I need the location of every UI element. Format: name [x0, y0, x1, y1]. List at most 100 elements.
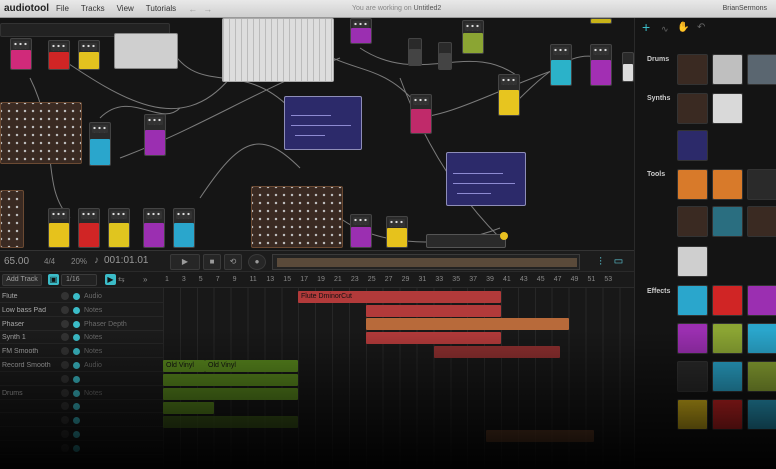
track-mute-icon[interactable] — [61, 292, 69, 300]
pedal-device[interactable] — [498, 74, 520, 116]
undo-icon[interactable]: ↶ — [697, 22, 705, 33]
pedal-device[interactable] — [350, 18, 372, 44]
record-button[interactable]: ● — [248, 254, 266, 270]
device-thumb[interactable] — [747, 361, 776, 392]
track-mute-icon[interactable] — [61, 361, 69, 369]
category-synths[interactable]: Synths — [647, 95, 670, 102]
pedal-device[interactable] — [408, 38, 422, 66]
snap-icon[interactable]: ▣ — [48, 274, 59, 285]
device-thumb[interactable] — [712, 399, 743, 430]
clip[interactable] — [366, 305, 501, 317]
device-thumb[interactable] — [712, 54, 743, 85]
track-row[interactable] — [0, 373, 163, 386]
pedal-device[interactable] — [173, 208, 195, 248]
track-mute-icon[interactable] — [61, 319, 69, 328]
grid-size-select[interactable]: 1/16 — [61, 274, 97, 286]
follow-playhead-icon[interactable]: ▶ — [105, 274, 116, 285]
category-drums[interactable]: Drums — [647, 56, 669, 63]
device-thumb[interactable] — [747, 323, 776, 354]
track-mute-icon[interactable] — [61, 388, 69, 397]
track-name[interactable]: Low bass Pad — [2, 307, 58, 314]
clip[interactable] — [434, 346, 560, 358]
pedal-device[interactable] — [386, 216, 408, 248]
pedal-device[interactable] — [89, 122, 111, 166]
menu-tutorials[interactable]: Tutorials — [146, 4, 176, 13]
pedal-device[interactable] — [590, 44, 612, 86]
waveform-icon[interactable]: ∿ — [661, 24, 669, 35]
forward-arrow-icon[interactable]: → — [203, 4, 212, 14]
synth-display-device[interactable] — [284, 96, 362, 150]
loop-region-icon[interactable]: ⇆ — [118, 274, 128, 285]
clip[interactable] — [366, 332, 501, 344]
device-thumb[interactable] — [677, 93, 708, 124]
clip[interactable] — [163, 402, 214, 414]
time-signature[interactable]: 4/4 — [44, 257, 55, 266]
clip[interactable] — [366, 318, 569, 330]
track-row[interactable]: Flute Audio — [0, 290, 163, 303]
track-mute-icon[interactable] — [61, 430, 69, 438]
pedal-device[interactable] — [48, 208, 70, 248]
category-tools[interactable]: Tools — [647, 171, 665, 178]
track-row[interactable] — [0, 428, 163, 441]
back-arrow-icon[interactable]: ← — [188, 4, 197, 14]
track-name[interactable]: Synth 1 — [2, 334, 58, 341]
track-mute-icon[interactable] — [61, 443, 69, 452]
add-track-button[interactable]: Add Track — [2, 274, 42, 286]
track-row[interactable]: Drums Notes — [0, 387, 163, 400]
device-thumb[interactable] — [712, 361, 743, 392]
device-thumb[interactable] — [747, 169, 776, 200]
pedal-device[interactable] — [462, 20, 484, 54]
track-mute-icon[interactable] — [61, 333, 69, 342]
menu-file[interactable]: File — [56, 4, 69, 13]
device-thumb[interactable] — [712, 93, 743, 124]
tonematrix-device[interactable] — [426, 234, 506, 248]
pedal-device[interactable] — [350, 214, 372, 248]
stop-button[interactable]: ■ — [203, 254, 221, 270]
device-thumb[interactable] — [677, 323, 708, 354]
device-thumb[interactable] — [712, 285, 743, 316]
menu-tracks[interactable]: Tracks — [81, 4, 105, 13]
clip[interactable] — [163, 374, 298, 386]
mixer-device[interactable] — [222, 18, 334, 82]
track-row[interactable] — [0, 400, 163, 414]
play-button[interactable]: ▶ — [170, 254, 200, 270]
track-mute-icon[interactable] — [61, 305, 69, 314]
pedal-device[interactable] — [78, 208, 100, 248]
track-row[interactable]: Phaser Phaser Depth — [0, 318, 163, 331]
clip[interactable] — [163, 388, 298, 400]
device-thumb[interactable] — [712, 169, 743, 200]
swing-display[interactable]: 20% — [71, 257, 87, 266]
device-thumb[interactable] — [747, 54, 776, 85]
track-name[interactable]: Flute — [2, 293, 58, 300]
machiniste-drum-device[interactable] — [251, 186, 343, 248]
track-row[interactable]: Record Smooth Audio — [0, 359, 163, 372]
device-thumb[interactable] — [712, 323, 743, 354]
pedal-device[interactable] — [143, 208, 165, 248]
device-thumb[interactable] — [712, 206, 743, 237]
machiniste-drum-device[interactable] — [0, 102, 82, 164]
document-name[interactable]: Untitled2 — [414, 5, 442, 12]
category-effects[interactable]: Effects — [647, 288, 670, 295]
add-icon[interactable]: + — [642, 19, 650, 35]
device-thumb[interactable] — [677, 361, 708, 392]
track-mute-icon[interactable] — [61, 374, 69, 383]
track-name[interactable]: FM Smooth — [2, 348, 58, 355]
clip[interactable]: Flute DminorCut — [298, 291, 501, 303]
hand-cursor-icon[interactable]: ✋ — [677, 22, 689, 33]
device-thumb[interactable] — [677, 206, 708, 237]
menu-view[interactable]: View — [117, 4, 134, 13]
clip[interactable] — [486, 430, 594, 442]
clip[interactable]: Old Vinyl — [163, 360, 205, 372]
pedal-device[interactable] — [48, 40, 70, 70]
arrangement-timeline[interactable]: Flute DminorCut Old Vinyl Old Vinyl — [163, 288, 634, 469]
device-thumb[interactable] — [677, 285, 708, 316]
app-logo[interactable]: audiotool — [4, 3, 50, 14]
pedal-device[interactable] — [410, 94, 432, 134]
rack-device[interactable] — [0, 190, 24, 248]
sample-player-device[interactable] — [114, 33, 178, 69]
device-thumb[interactable] — [747, 399, 776, 430]
synth-display-device[interactable] — [446, 152, 526, 206]
cable-socket-icon[interactable] — [500, 232, 508, 240]
device-thumb[interactable] — [677, 130, 708, 161]
pedal-device[interactable] — [108, 208, 130, 248]
